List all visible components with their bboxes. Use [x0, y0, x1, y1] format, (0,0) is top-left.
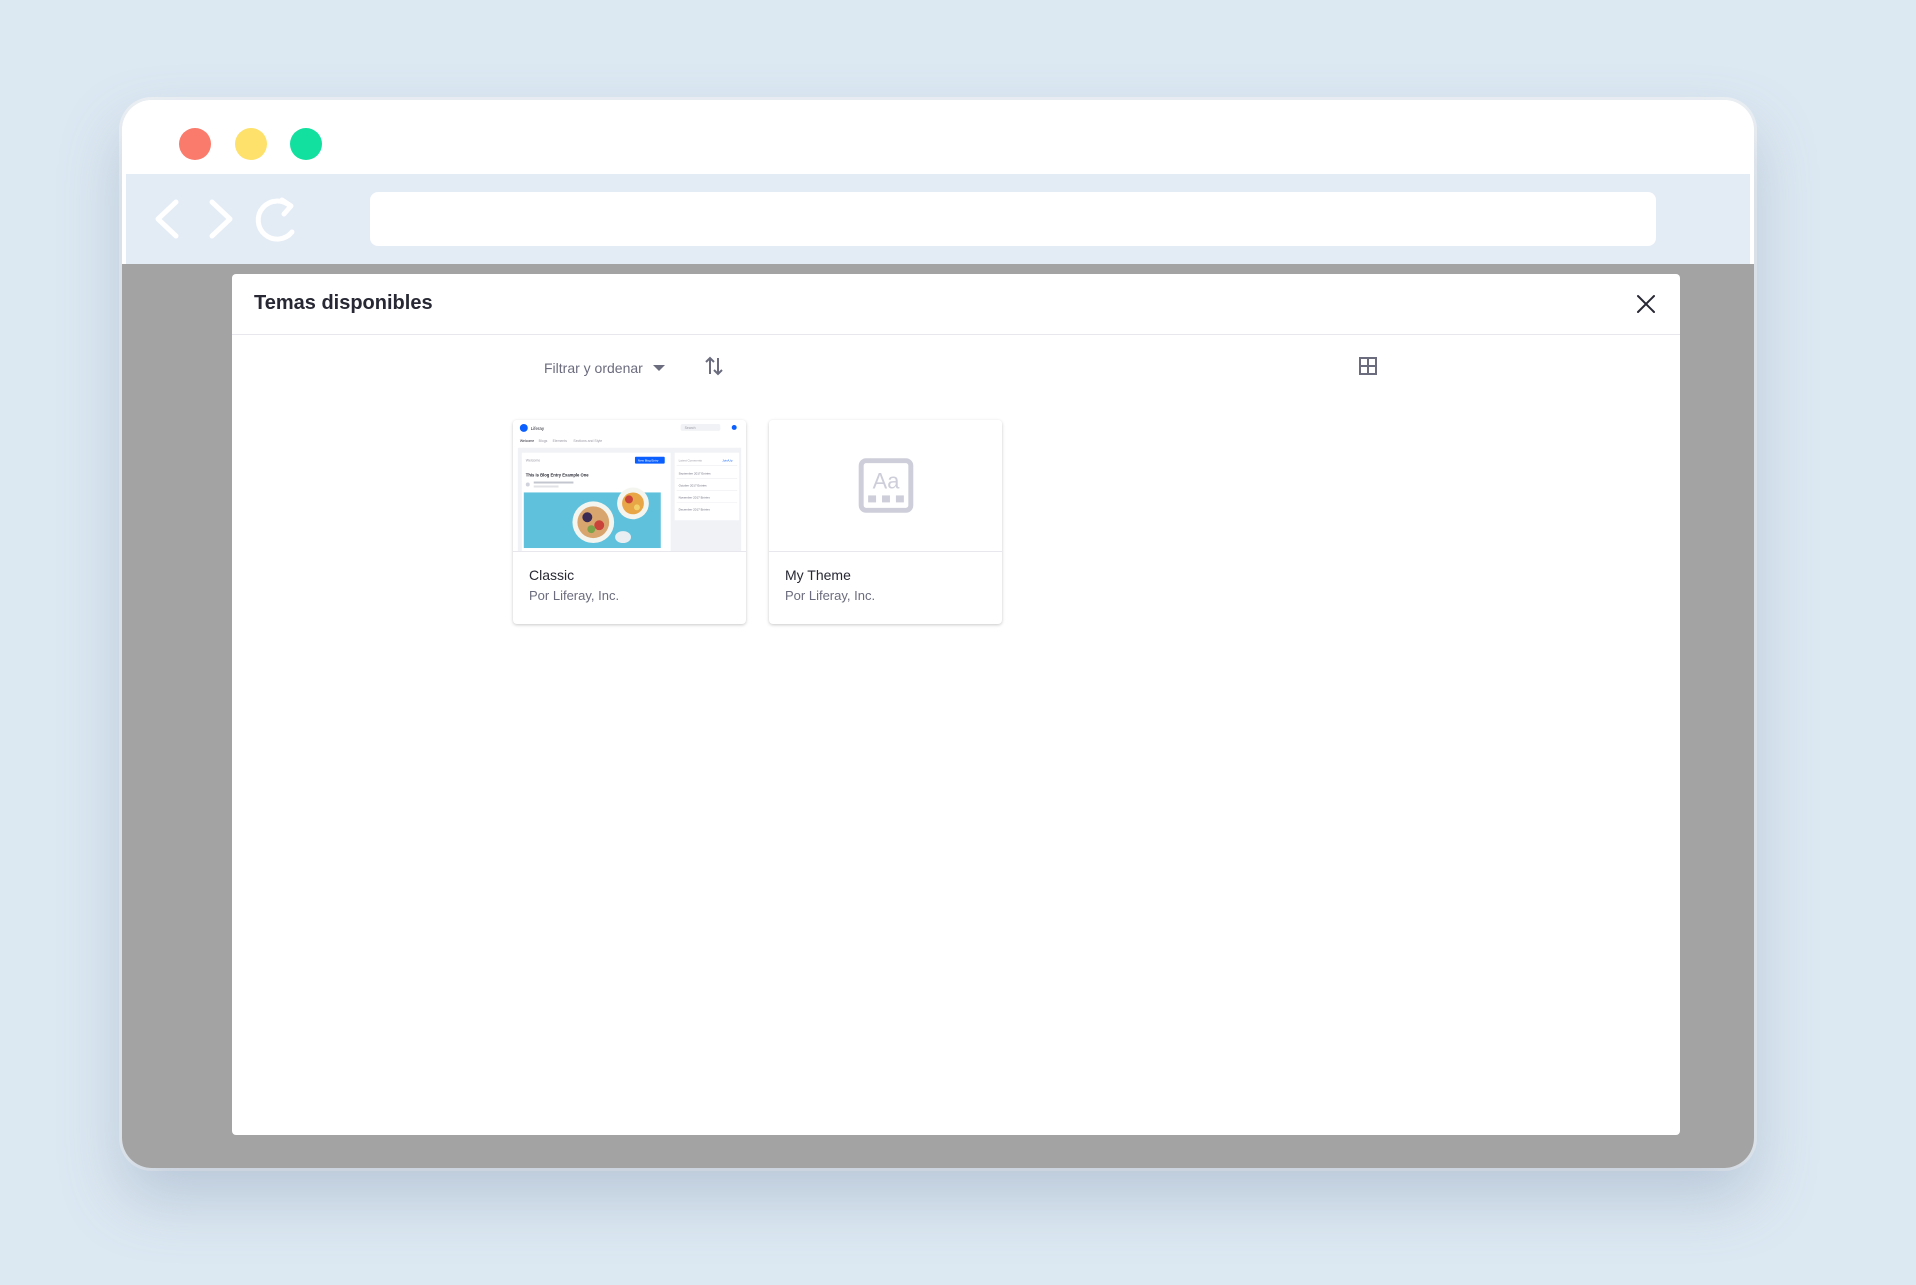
preview-nav-2: Blogs — [539, 439, 548, 443]
modal-header: Temas disponibles — [232, 274, 1680, 335]
preview-sidebar-item-2: October 2017 Entries — [679, 483, 708, 487]
page-viewport: Temas disponibles Filtrar y ordenar Life… — [122, 264, 1754, 1168]
preview-page-label: Welcome — [526, 459, 540, 463]
preview-nav-4: Sections and Style — [573, 439, 602, 443]
theme-card-classic[interactable]: Liferay Search Welcome Blogs Elements Se… — [513, 420, 746, 624]
classic-theme-preview: Liferay Search Welcome Blogs Elements Se… — [513, 420, 746, 552]
theme-card-my-theme[interactable]: Aa My Theme Por Liferay, Inc. — [769, 420, 1002, 624]
preview-action: New Blog Entry — [638, 459, 659, 463]
caret-down-icon — [652, 365, 665, 371]
reload-icon[interactable] — [254, 194, 304, 244]
preview-sidebar-item-3: November 2017 Entries — [679, 495, 711, 499]
preview-sidebar-item-1: September 2017 Entries — [679, 472, 712, 476]
cards-grid-icon[interactable] — [1358, 356, 1378, 376]
preview-search: Search — [685, 426, 696, 430]
close-window-dot[interactable] — [179, 128, 211, 160]
preview-nav-1: Welcome — [520, 439, 534, 443]
browser-window: Temas disponibles Filtrar y ordenar Life… — [122, 100, 1754, 1168]
close-icon[interactable] — [1632, 290, 1660, 318]
theme-name: Classic — [529, 567, 575, 583]
order-arrows-icon[interactable] — [702, 354, 726, 378]
modal-title: Temas disponibles — [254, 292, 433, 314]
placeholder-icon-text: Aa — [873, 468, 901, 493]
minimize-window-dot[interactable] — [235, 128, 267, 160]
themes-modal: Temas disponibles Filtrar y ordenar Life… — [232, 274, 1680, 1135]
chevron-right-icon[interactable] — [196, 194, 246, 244]
maximize-window-dot[interactable] — [290, 128, 322, 160]
preview-sidebar-item-4: December 2017 Entries — [679, 507, 711, 511]
filter-order-label: Filtrar y ordenar — [544, 360, 643, 376]
theme-placeholder-preview: Aa — [769, 420, 1002, 552]
browser-navbar — [126, 174, 1750, 264]
address-bar[interactable] — [370, 192, 1656, 246]
preview-blog-title: This is Blog Entry Example One — [526, 473, 590, 478]
management-toolbar: Filtrar y ordenar — [232, 335, 1680, 399]
chevron-left-icon[interactable] — [142, 194, 192, 244]
theme-author: Por Liferay, Inc. — [785, 588, 876, 603]
filter-order-button[interactable]: Filtrar y ordenar — [544, 356, 665, 380]
theme-name: My Theme — [785, 567, 851, 583]
preview-sidebar-link: Join/Up — [722, 459, 732, 463]
preview-sidebar-header: Latest Comments — [679, 459, 703, 463]
preview-logo-icon — [519, 423, 528, 432]
preview-logo-text: Liferay — [531, 426, 545, 431]
preview-nav-3: Elements — [553, 439, 568, 443]
window-titlebar — [122, 100, 1754, 174]
theme-author: Por Liferay, Inc. — [529, 588, 620, 603]
